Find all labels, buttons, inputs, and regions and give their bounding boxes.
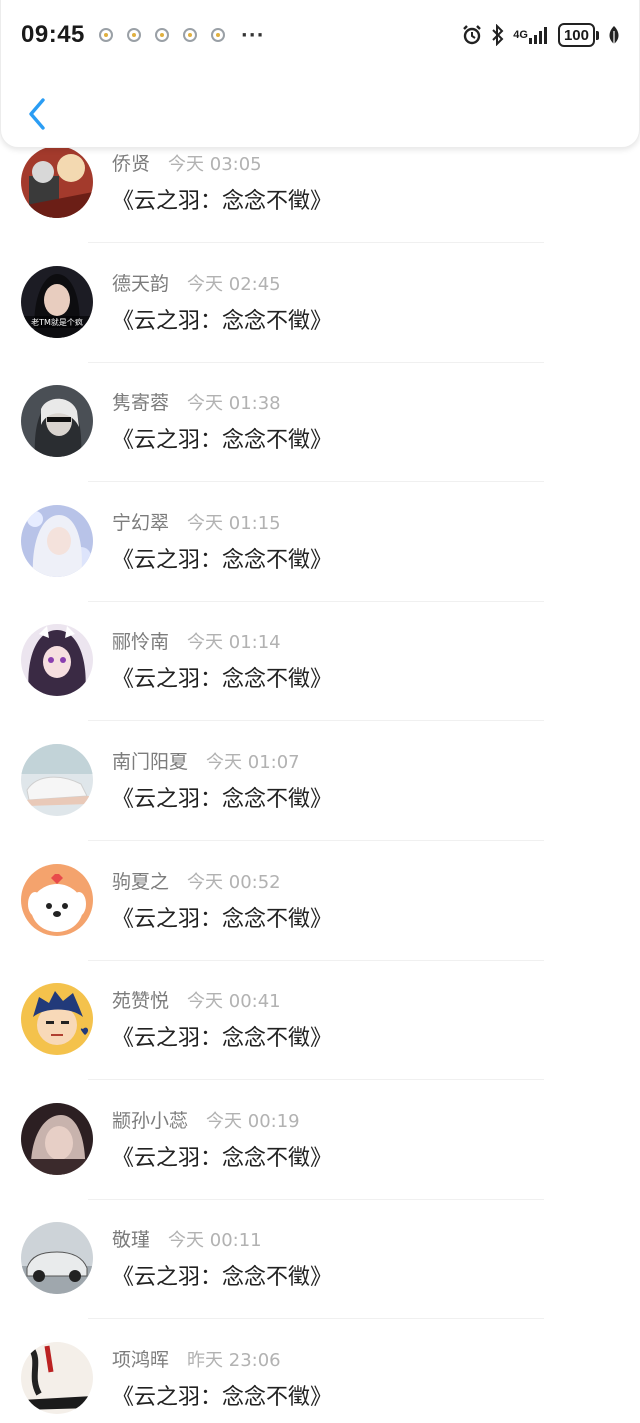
comment-meta: 敬瑾 今天 00:11 <box>112 1225 262 1252</box>
comment-item[interactable]: 颛孙小蕊 今天 00:19 《云之羽：念念不徵》 <box>0 1102 640 1223</box>
comment-text: 《云之羽：念念不徵》 <box>112 1385 333 1410</box>
status-bar: 09:45 ··· 4G 100 <box>1 0 640 70</box>
comment-meta: 侨贤 今天 03:05 <box>112 149 262 176</box>
comment-meta: 颛孙小蕊 今天 00:19 <box>112 1106 300 1133</box>
user-name[interactable]: 驹夏之 <box>112 867 169 894</box>
notification-icons <box>98 28 225 42</box>
post-time: 今天 03:05 <box>168 154 262 175</box>
white-hair-girl-avatar[interactable] <box>21 504 93 577</box>
signal-icon: 4G <box>513 26 550 44</box>
comment-item[interactable]: 南门阳夏 今天 01:07 《云之羽：念念不徵》 <box>0 744 640 864</box>
leaf-icon <box>607 25 621 45</box>
comment-item[interactable]: 苑赞悦 今天 00:41 《云之羽：念念不徵》 <box>0 983 640 1103</box>
top-header: 09:45 ··· 4G 100 <box>0 0 640 148</box>
post-time: 昨天 23:06 <box>187 1350 281 1371</box>
portrait-avatar[interactable]: 老TM就是个疯 <box>21 265 93 338</box>
post-time: 今天 00:19 <box>206 1110 300 1132</box>
comment-text: 《云之羽：念念不徵》 <box>112 428 333 454</box>
comment-text: 《云之羽：念念不徵》 <box>112 189 333 214</box>
app-notification-icon <box>210 28 225 42</box>
comment-text: 《云之羽：念念不徵》 <box>112 906 333 932</box>
cartoon-boy-avatar[interactable] <box>21 983 93 1056</box>
post-time: 今天 02:45 <box>187 273 281 295</box>
user-name[interactable]: 苑赞悦 <box>112 986 169 1013</box>
app-notification-icon <box>98 28 113 42</box>
divider <box>88 840 544 841</box>
user-name[interactable]: 南门阳夏 <box>112 747 188 774</box>
comment-text: 《云之羽：念念不徵》 <box>112 1145 333 1171</box>
app-notification-icon <box>154 28 169 42</box>
bluetooth-icon <box>491 24 505 46</box>
comment-item[interactable]: 宁幻翠 今天 01:15 《云之羽：念念不徵》 <box>0 504 640 625</box>
comment-item[interactable]: 敬瑾 今天 00:11 《云之羽：念念不徵》 <box>0 1222 640 1342</box>
divider <box>88 720 544 722</box>
divider <box>88 959 544 961</box>
comment-item[interactable]: 隽寄蓉 今天 01:38 《云之羽：念念不徵》 <box>0 385 640 505</box>
more-notifications-icon: ··· <box>240 24 265 46</box>
post-time: 今天 00:11 <box>168 1230 262 1252</box>
comment-meta: 驹夏之 今天 00:52 <box>112 867 281 894</box>
comment-meta: 隽寄蓉 今天 01:38 <box>112 388 281 415</box>
calligraphy-avatar[interactable] <box>21 1342 93 1414</box>
post-time: 今天 01:07 <box>206 752 300 773</box>
user-name[interactable]: 隽寄蓉 <box>112 388 169 415</box>
comment-meta: 项鸿晖 昨天 23:06 <box>112 1345 281 1372</box>
user-name[interactable]: 颛孙小蕊 <box>112 1106 188 1133</box>
divider <box>88 600 544 602</box>
post-time: 今天 01:15 <box>187 512 281 534</box>
comment-meta: 宁幻翠 今天 01:15 <box>112 508 281 535</box>
comment-meta: 苑赞悦 今天 00:41 <box>112 986 281 1013</box>
comment-item[interactable]: 项鸿晖 昨天 23:06 《云之羽：念念不徵》 <box>0 1342 640 1423</box>
user-name[interactable]: 敬瑾 <box>112 1225 150 1252</box>
comment-meta: 郦怜南 今天 01:14 <box>112 627 281 654</box>
post-time: 今天 00:52 <box>187 871 281 893</box>
user-name[interactable]: 德天韵 <box>112 269 169 296</box>
post-time: 今天 00:41 <box>187 991 281 1013</box>
system-status-icons: 4G 100 <box>461 23 621 47</box>
comment-text: 《云之羽：念念不徵》 <box>112 787 333 812</box>
post-time: 今天 01:14 <box>187 632 281 654</box>
back-button[interactable] <box>19 92 55 136</box>
divider <box>88 1318 544 1320</box>
comment-meta: 德天韵 今天 02:45 <box>112 269 281 296</box>
network-type: 4G <box>513 29 528 41</box>
status-time: 09:45 <box>21 21 85 48</box>
post-time: 今天 01:38 <box>187 393 281 415</box>
comment-item[interactable]: 驹夏之 今天 00:52 《云之羽：念念不徵》 <box>0 863 640 984</box>
divider <box>88 1079 544 1081</box>
user-name[interactable]: 郦怜南 <box>112 627 169 654</box>
car-avatar[interactable] <box>21 1222 93 1295</box>
comment-meta: 南门阳夏 今天 01:07 <box>112 747 300 774</box>
comment-item[interactable]: 老TM就是个疯 德天韵 今天 02:45 《云之羽：念念不徵》 <box>0 265 640 386</box>
anime-girl-avatar[interactable] <box>21 624 93 697</box>
comment-item[interactable]: 侨贤 今天 03:05 《云之羽：念念不徵》 <box>0 146 640 266</box>
divider <box>88 481 544 483</box>
comment-item[interactable]: 郦怜南 今天 01:14 《云之羽：念念不徵》 <box>0 624 640 744</box>
divider <box>88 361 544 363</box>
user-name[interactable]: 宁幻翠 <box>112 508 169 535</box>
comment-text: 《云之羽：念念不徵》 <box>112 1265 333 1291</box>
chevron-left-icon <box>29 98 45 130</box>
comment-text: 《云之羽：念念不徵》 <box>112 1026 333 1052</box>
anime-hero-avatar[interactable] <box>21 146 93 218</box>
user-name[interactable]: 侨贤 <box>112 149 150 176</box>
sneaker-avatar[interactable] <box>21 744 93 816</box>
comment-text: 《云之羽：念念不徵》 <box>112 667 333 693</box>
battery-icon: 100 <box>557 23 600 47</box>
cartoon-dog-avatar[interactable] <box>21 863 93 936</box>
comment-list-page: 侨贤 今天 03:05 《云之羽：念念不徵》 老TM就是个疯 德天韵 今天 02:45 《云… <box>0 0 640 1423</box>
divider <box>88 1198 544 1200</box>
android-girl-avatar[interactable] <box>21 385 93 458</box>
user-name[interactable]: 项鸿晖 <box>112 1345 169 1372</box>
app-notification-icon <box>182 28 197 42</box>
app-notification-icon <box>126 28 141 42</box>
comment-text: 《云之羽：念念不徵》 <box>112 547 333 573</box>
dark-portrait-avatar[interactable] <box>21 1102 93 1175</box>
avatar-caption: 老TM就是个疯 <box>31 317 83 327</box>
divider <box>88 242 544 243</box>
alarm-icon <box>461 24 483 46</box>
comment-text: 《云之羽：念念不徵》 <box>112 308 333 334</box>
